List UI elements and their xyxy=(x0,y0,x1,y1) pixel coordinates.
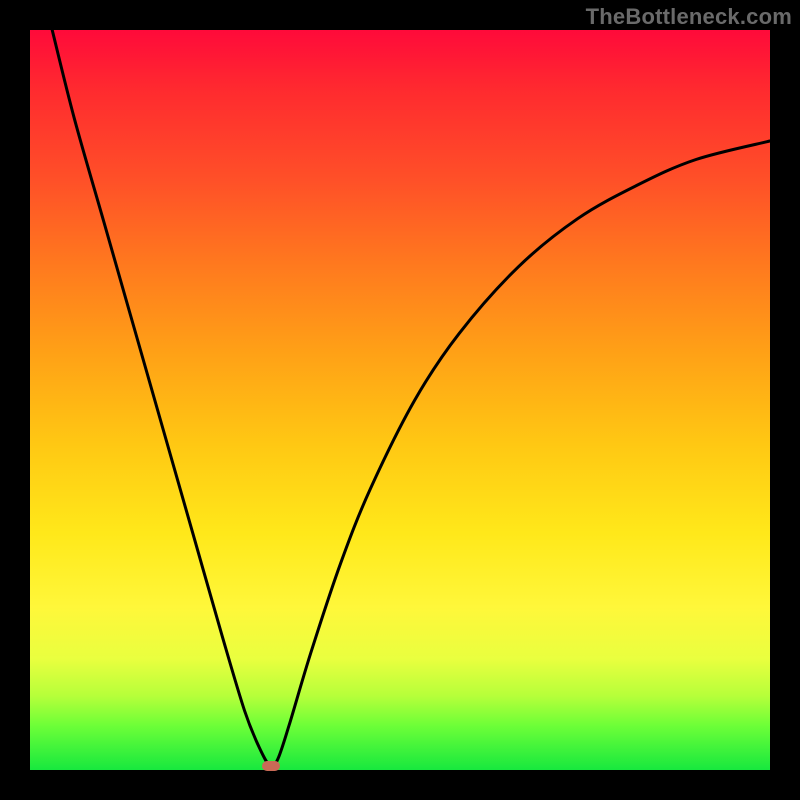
bottleneck-curve xyxy=(30,30,770,770)
plot-area xyxy=(30,30,770,770)
minimum-marker xyxy=(262,761,280,771)
chart-frame: TheBottleneck.com xyxy=(0,0,800,800)
attribution-text: TheBottleneck.com xyxy=(586,4,792,30)
